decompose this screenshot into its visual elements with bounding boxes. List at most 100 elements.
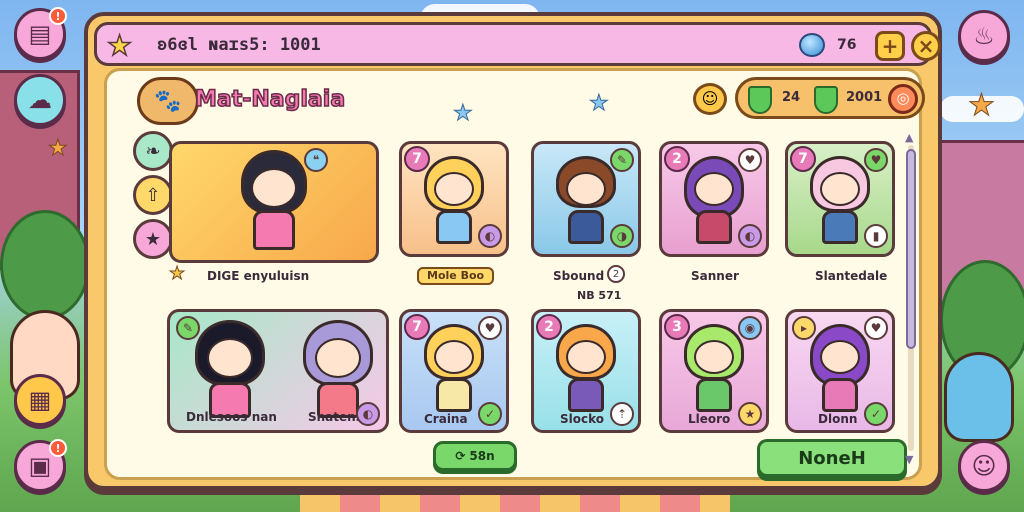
resource-a-value: 24: [782, 90, 801, 105]
secondary-button-label: 58n: [469, 449, 495, 463]
speech-bubble-icon: ❝: [304, 148, 328, 172]
star-icon: ★: [453, 101, 474, 127]
character-card[interactable]: 7 ◐: [399, 141, 509, 257]
gem-count: 76: [837, 37, 857, 53]
scroll-up-icon[interactable]: ▲: [905, 131, 913, 144]
card-number: 3: [664, 314, 690, 340]
cloud-button[interactable]: ☁: [14, 74, 66, 126]
scroll-down-icon[interactable]: ▼: [905, 453, 913, 466]
card-label: Dnlesoos nan: [186, 410, 277, 424]
card-badge-icon: ▸: [792, 316, 816, 340]
star-icon: ★: [589, 91, 610, 117]
character-card[interactable]: 2 Slocko ⇡: [531, 309, 641, 433]
favorite-button[interactable]: ★: [133, 219, 173, 259]
panel-content: 🐾 Mat-Naglaia ★ ★ ☺ 24 2001 ◎ ❧ ⇧ ★ ❝ DI…: [104, 68, 925, 480]
card-label: Sanner: [691, 269, 739, 283]
smile-icon[interactable]: ☺: [693, 83, 727, 115]
tv-button[interactable]: ▣ !: [14, 439, 67, 492]
card-label: DIGE enyuluisn: [207, 269, 310, 283]
add-gems-button[interactable]: +: [875, 31, 905, 61]
title-bar: ★ ʚ6ɞl ɴaɪs5: 1001 76 + ×: [94, 22, 941, 66]
character-avatar: [684, 324, 744, 420]
check-icon: ✓: [478, 402, 502, 426]
card-number: 2: [664, 146, 690, 172]
card-number: 7: [404, 314, 430, 340]
cake-button[interactable]: ♨: [958, 10, 1010, 62]
card-badge-icon: ▮: [864, 224, 888, 248]
card-label: Sbound: [553, 269, 605, 283]
card-badge-icon: ⇡: [610, 402, 634, 426]
heart-icon: ♥: [738, 148, 762, 172]
character-card[interactable]: ✎ Dnlesoos nan Shatens ◐: [167, 309, 389, 433]
card-subtext: NB 571: [577, 289, 622, 302]
leaf-icon: ❧: [145, 140, 161, 162]
character-card[interactable]: ❝: [169, 141, 379, 263]
card-badge-icon: ◐: [356, 402, 380, 426]
resource-b-value: 2001: [846, 90, 883, 105]
scrollbar[interactable]: ▲ ▼: [905, 131, 917, 466]
character-card[interactable]: 2 ♥ ◐: [659, 141, 769, 257]
gem-icon: [799, 33, 825, 57]
character-button[interactable]: ☺: [958, 440, 1010, 492]
upgrade-button[interactable]: ⇧: [133, 175, 173, 215]
tv-icon: ▣: [28, 452, 52, 480]
card-label: Slantedale: [815, 269, 888, 283]
edit-icon: ✎: [610, 148, 634, 172]
star-icon: ★: [48, 136, 69, 162]
character-card[interactable]: ▸ ♥ Dlonn ✓: [785, 309, 895, 433]
background-character: [944, 352, 1014, 442]
character-avatar: [556, 324, 616, 420]
card-label: Craina: [424, 412, 468, 426]
scroll-thumb[interactable]: [906, 149, 916, 349]
map-button[interactable]: ▦: [14, 374, 66, 426]
card-badge-icon: ◐: [478, 224, 502, 248]
check-icon: ✓: [864, 402, 888, 426]
character-avatar: [424, 324, 484, 420]
cloud-icon: ☁: [28, 86, 52, 114]
card-label: Shatens: [308, 410, 363, 424]
notification-badge: !: [49, 7, 67, 25]
character-card[interactable]: 7 ♥ Craina ✓: [399, 309, 509, 433]
star-icon: ★: [968, 88, 996, 124]
cycle-icon: ⟳: [455, 449, 466, 463]
arrow-up-icon: ⇧: [145, 184, 161, 206]
heart-icon: ♥: [864, 316, 888, 340]
star-icon: ★: [106, 28, 133, 63]
character-icon: ☺: [971, 452, 997, 480]
card-badge-icon: ◉: [738, 316, 762, 340]
star-icon: ★: [168, 263, 186, 285]
character-avatar: [424, 156, 484, 252]
window-title: ʚ6ɞl ɴaɪs5: 1001: [157, 35, 321, 55]
heart-icon: ♥: [478, 316, 502, 340]
character-avatar: [556, 156, 616, 252]
character-avatar: [810, 156, 870, 252]
target-icon[interactable]: ◎: [888, 84, 918, 114]
card-number: 7: [790, 146, 816, 172]
edit-icon: ✎: [176, 316, 200, 340]
character-card[interactable]: ✎ ◑: [531, 141, 641, 257]
card-badge-icon: ◑: [610, 224, 634, 248]
heart-icon: ♥: [864, 148, 888, 172]
leaf-button[interactable]: ❧: [133, 131, 173, 171]
secondary-button[interactable]: ⟳ 58n: [433, 441, 517, 471]
stage-floor: [300, 490, 730, 512]
card-label: Slocko: [560, 412, 605, 426]
character-card[interactable]: 7 ♥ ▮: [785, 141, 895, 257]
confirm-button[interactable]: NoneH: [757, 439, 907, 477]
character-card[interactable]: 3 ◉ Lleoro ★: [659, 309, 769, 433]
background-tree: [0, 210, 90, 320]
close-button[interactable]: ×: [911, 31, 941, 61]
card-number: 2: [536, 314, 562, 340]
character-avatar: [810, 324, 870, 420]
card-number: 2: [607, 265, 625, 283]
card-label: Lleoro: [688, 412, 731, 426]
character-avatar: [239, 150, 309, 260]
star-icon: ★: [144, 228, 162, 250]
character-select-panel: ★ ʚ6ɞl ɴaɪs5: 1001 76 + × 🐾 Mat-Naglaia …: [84, 12, 942, 490]
card-label: Dlonn: [818, 412, 858, 426]
notification-badge: !: [49, 439, 67, 457]
journal-button[interactable]: ▤ !: [14, 7, 67, 60]
character-avatar: [684, 156, 744, 252]
shield-icon: [814, 86, 838, 114]
mascot-icon: 🐾: [137, 77, 199, 125]
